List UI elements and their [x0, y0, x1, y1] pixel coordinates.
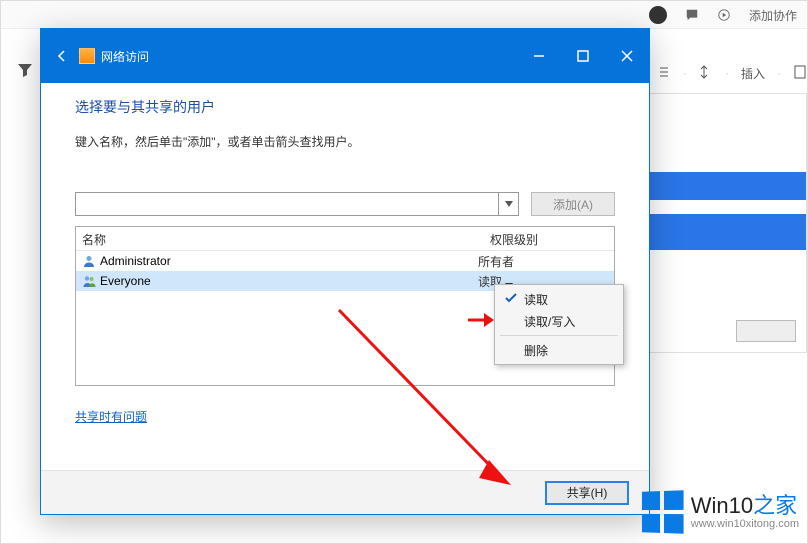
list-header: 名称 权限级别: [76, 227, 614, 251]
background-right-toolbar: · · 插入 ·: [657, 61, 807, 85]
close-button[interactable]: [605, 29, 649, 83]
trouble-link[interactable]: 共享时有问题: [75, 408, 147, 425]
minimize-button[interactable]: [517, 29, 561, 83]
background-top-icons: 添加协作: [649, 6, 797, 24]
chat-icon: [685, 8, 699, 22]
dialog-subtext: 键入名称，然后单击"添加"，或者单击箭头查找用户。: [75, 133, 615, 150]
user-name: Administrator: [100, 254, 474, 268]
user-icon: [82, 254, 96, 268]
add-user-row: 添加(A): [75, 192, 615, 216]
dialog-title: 网络访问: [101, 48, 149, 65]
dialog-heading: 选择要与其共享的用户: [75, 97, 615, 117]
titlebar: 网络访问: [41, 29, 649, 83]
background-row-highlight: [648, 214, 806, 250]
column-permission[interactable]: 权限级别: [484, 227, 614, 250]
check-icon: [504, 292, 518, 306]
line-height-icon: [699, 65, 713, 82]
add-collab-label: 添加协作: [749, 7, 797, 24]
page-icon: [793, 65, 807, 82]
user-combobox[interactable]: [75, 192, 519, 216]
list-icon: [657, 65, 671, 82]
menu-item-read[interactable]: 读取: [498, 288, 620, 310]
insert-label: 插入: [741, 65, 765, 82]
table-row[interactable]: Administrator 所有者: [76, 251, 614, 271]
menu-item-readwrite[interactable]: 读取/写入: [498, 310, 620, 332]
permission-menu: 读取 读取/写入 删除: [494, 284, 624, 365]
annotation-arrow-small: [466, 308, 496, 332]
windows-logo-icon: [642, 490, 684, 534]
maximize-button[interactable]: [561, 29, 605, 83]
watermark-title: Win10之家: [691, 494, 799, 518]
share-button[interactable]: 共享(H): [545, 481, 629, 505]
app-icon: [79, 48, 95, 64]
user-permission: 所有者: [478, 253, 608, 270]
chevron-down-icon[interactable]: [498, 193, 518, 215]
background-row-highlight: [648, 172, 806, 200]
dialog-footer: 共享(H): [41, 470, 649, 514]
background-panel: [647, 93, 807, 353]
play-icon: [717, 8, 731, 22]
add-button[interactable]: 添加(A): [531, 192, 615, 216]
back-button[interactable]: [51, 45, 73, 67]
watermark-url: www.win10xitong.com: [691, 518, 799, 530]
filter-icon: [16, 61, 34, 79]
menu-separator: [500, 335, 618, 336]
watermark: Win10之家 www.win10xitong.com: [641, 491, 799, 533]
column-name[interactable]: 名称: [76, 227, 484, 250]
user-name: Everyone: [100, 274, 474, 288]
users-icon: [82, 274, 96, 288]
dialog-content: 选择要与其共享的用户 键入名称，然后单击"添加"，或者单击箭头查找用户。 添加(…: [41, 83, 649, 425]
menu-item-delete[interactable]: 删除: [498, 339, 620, 361]
network-access-dialog: 网络访问 选择要与其共享的用户 键入名称，然后单击"添加"，或者单击箭头查找用户…: [40, 28, 650, 515]
background-button: [736, 320, 796, 342]
avatar-icon: [649, 6, 667, 24]
